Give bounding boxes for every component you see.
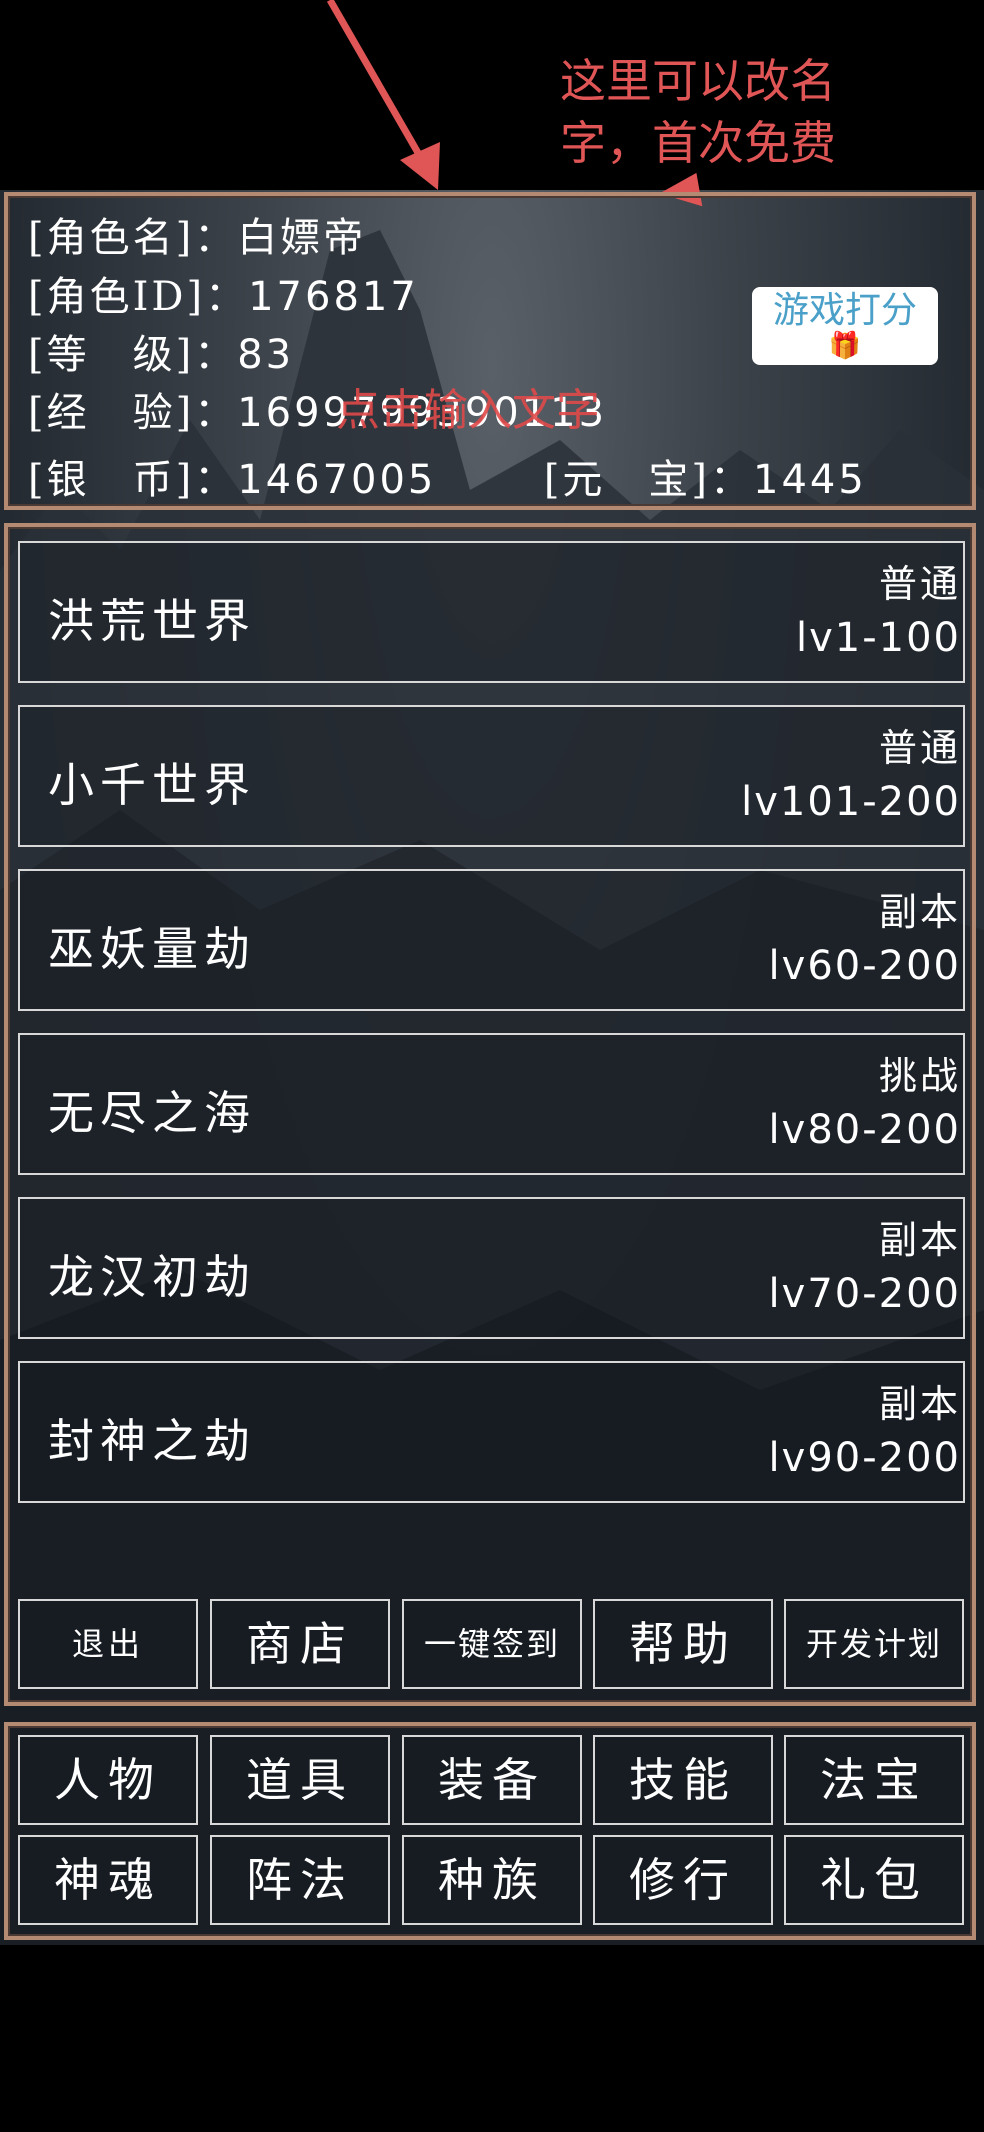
player-id-row: [角色ID]：176817 — [28, 264, 419, 322]
world-level-range: lv90-200 — [768, 1435, 961, 1481]
world-item[interactable]: 封神之劫 副本 lv90-200 — [18, 1361, 965, 1503]
player-name-row[interactable]: [角色名]：白嫖帝 — [28, 205, 366, 263]
gift-icon: 🎁 — [828, 331, 862, 361]
help-button[interactable]: 帮助 — [593, 1599, 773, 1689]
name-input-hint[interactable]: 点击输入文字 — [336, 374, 600, 438]
player-id-value: 176817 — [248, 274, 419, 320]
nav-gift-pack-button[interactable]: 礼包 — [784, 1835, 964, 1925]
player-currency-row: [银 币]：1467005 [元 宝]：1445 — [28, 447, 867, 505]
world-name: 洪荒世界 — [48, 594, 256, 648]
silver-label: [银 币]： — [28, 457, 238, 503]
world-name: 封神之劫 — [48, 1414, 256, 1468]
world-item[interactable]: 龙汉初劫 副本 lv70-200 — [18, 1197, 965, 1339]
player-name-label: [角色名]： — [28, 215, 238, 261]
dev-plan-button[interactable]: 开发计划 — [784, 1599, 964, 1689]
world-name: 龙汉初劫 — [48, 1250, 256, 1304]
world-type: 挑战 — [878, 1054, 961, 1098]
world-name: 小千世界 — [48, 758, 256, 812]
world-type: 普通 — [878, 726, 961, 770]
world-level-range: lv70-200 — [768, 1271, 961, 1317]
nav-skills-button[interactable]: 技能 — [593, 1735, 773, 1825]
player-level-row: [等 级]：83 — [28, 322, 294, 380]
world-level-range: lv101-200 — [741, 779, 961, 825]
player-level-value: 83 — [237, 332, 295, 378]
annotation-note-line2: 字，首次免费 — [560, 116, 836, 170]
world-item[interactable]: 无尽之海 挑战 lv80-200 — [18, 1033, 965, 1175]
player-id-label: [角色ID]： — [28, 274, 249, 320]
nav-formation-button[interactable]: 阵法 — [210, 1835, 390, 1925]
world-name: 无尽之海 — [48, 1086, 256, 1140]
player-level-label: [等 级]： — [28, 332, 238, 378]
nav-race-button[interactable]: 种族 — [402, 1835, 582, 1925]
annotation-note-line1: 这里可以改名 — [560, 54, 836, 108]
world-level-range: lv1-100 — [795, 615, 961, 661]
world-type: 副本 — [878, 1218, 961, 1262]
nav-equipment-button[interactable]: 装备 — [402, 1735, 582, 1825]
world-item[interactable]: 洪荒世界 普通 lv1-100 — [18, 541, 965, 683]
exit-button[interactable]: 退出 — [18, 1599, 198, 1689]
nav-treasure-button[interactable]: 法宝 — [784, 1735, 964, 1825]
world-level-range: lv80-200 — [768, 1107, 961, 1153]
world-name: 巫妖量劫 — [48, 922, 256, 976]
player-exp-label: [经 验]： — [28, 390, 238, 436]
annotation-note: 这里可以改名 字，首次免费 — [560, 50, 880, 174]
world-type: 副本 — [878, 1382, 961, 1426]
gold-value: 1445 — [753, 457, 867, 503]
world-type: 普通 — [878, 562, 961, 606]
gold-label: [元 宝]： — [543, 457, 754, 503]
nav-soul-button[interactable]: 神魂 — [18, 1835, 198, 1925]
rate-game-label: 游戏打分 — [772, 290, 917, 331]
nav-cultivation-button[interactable]: 修行 — [593, 1835, 773, 1925]
rate-game-button[interactable]: 游戏打分 🎁 — [752, 287, 938, 365]
nav-items-button[interactable]: 道具 — [210, 1735, 390, 1825]
shop-button[interactable]: 商店 — [210, 1599, 390, 1689]
silver-value: 1467005 — [237, 457, 437, 503]
world-level-range: lv60-200 — [768, 943, 961, 989]
player-name-value[interactable]: 白嫖帝 — [237, 215, 366, 261]
world-item[interactable]: 巫妖量劫 副本 lv60-200 — [18, 869, 965, 1011]
world-item[interactable]: 小千世界 普通 lv101-200 — [18, 705, 965, 847]
checkin-button[interactable]: 一键签到 — [402, 1599, 582, 1689]
nav-character-button[interactable]: 人物 — [18, 1735, 198, 1825]
world-type: 副本 — [878, 890, 961, 934]
